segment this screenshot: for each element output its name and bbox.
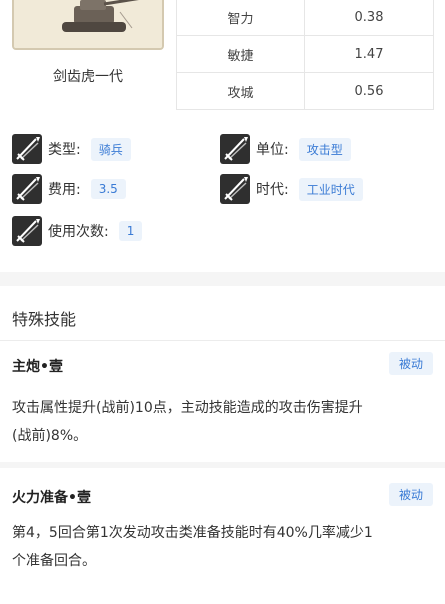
skill-description: 攻击属性提升(战前)10点，主动技能造成的攻击伤害提升 (战前)8%。 <box>12 394 432 450</box>
section-title: 特殊技能 <box>12 310 77 329</box>
attr-uses: 使用次数: 1 <box>12 216 143 246</box>
skill-description: 第4，5回合第1次发动攻击类准备技能时有40%几率减少1 个准备回合。 <box>12 519 432 575</box>
table-row: 攻城 0.56 <box>176 72 434 110</box>
table-row: 敏捷 1.47 <box>176 35 434 73</box>
crossed-swords-icon <box>220 134 250 164</box>
skill-name: 火力准备•壹 <box>12 490 91 506</box>
attr-uses-value: 1 <box>118 221 143 241</box>
unit-name: 剑齿虎一代 <box>53 69 123 85</box>
skill-tag: 被动 <box>388 483 433 506</box>
section-separator <box>0 272 445 286</box>
attr-unit-label: 单位: <box>256 142 289 158</box>
attr-cost-label: 费用: <box>48 182 81 198</box>
crossed-swords-icon <box>12 134 42 164</box>
stat-value: 0.56 <box>304 72 434 110</box>
attr-cost: 费用: 3.5 <box>12 174 126 204</box>
attr-era-label: 时代: <box>256 182 289 198</box>
unit-header: 剑齿虎一代 智力 0.38 敏捷 1.47 攻城 0.56 <box>0 0 445 122</box>
attr-type: 类型: 骑兵 <box>12 134 131 164</box>
crossed-swords-icon <box>220 174 250 204</box>
unit-attributes: 类型: 骑兵 单位: 攻击型 费用: 3.5 时代: 工业时代 使用次数: 1 <box>0 130 445 250</box>
attr-era-value: 工业时代 <box>298 177 363 201</box>
crossed-swords-icon <box>12 216 42 246</box>
stats-table: 智力 0.38 敏捷 1.47 攻城 0.56 <box>176 0 434 110</box>
stat-key: 敏捷 <box>176 35 305 73</box>
attr-uses-label: 使用次数: <box>48 224 109 240</box>
skill-card: 主炮•壹 被动 攻击属性提升(战前)10点，主动技能造成的攻击伤害提升 (战前)… <box>0 352 445 444</box>
crossed-swords-icon <box>12 174 42 204</box>
divider <box>0 340 445 341</box>
skill-desc-line: 攻击属性提升(战前)10点，主动技能造成的攻击伤害提升 <box>12 400 363 416</box>
skill-card: 火力准备•壹 被动 第4，5回合第1次发动攻击类准备技能时有40%几率减少1 个… <box>0 483 445 569</box>
attr-unit: 单位: 攻击型 <box>220 134 351 164</box>
skill-desc-line: 第4，5回合第1次发动攻击类准备技能时有40%几率减少1 <box>12 525 373 541</box>
divider <box>0 462 445 468</box>
skill-desc-line: (战前)8%。 <box>12 428 88 444</box>
attr-type-value: 骑兵 <box>90 137 131 161</box>
skill-desc-line: 个准备回合。 <box>12 553 96 569</box>
attr-unit-value: 攻击型 <box>298 137 351 161</box>
attr-cost-value: 3.5 <box>90 179 126 199</box>
attr-era: 时代: 工业时代 <box>220 174 363 204</box>
table-row: 智力 0.38 <box>176 0 434 36</box>
unit-portrait <box>12 0 164 50</box>
stat-key: 攻城 <box>176 72 305 110</box>
skill-name: 主炮•壹 <box>12 359 63 375</box>
tank-portrait-icon <box>14 0 162 48</box>
stat-key: 智力 <box>176 0 305 36</box>
attr-type-label: 类型: <box>48 142 81 158</box>
skill-tag: 被动 <box>388 352 433 375</box>
stat-value: 1.47 <box>304 35 434 73</box>
stat-value: 0.38 <box>304 0 434 36</box>
